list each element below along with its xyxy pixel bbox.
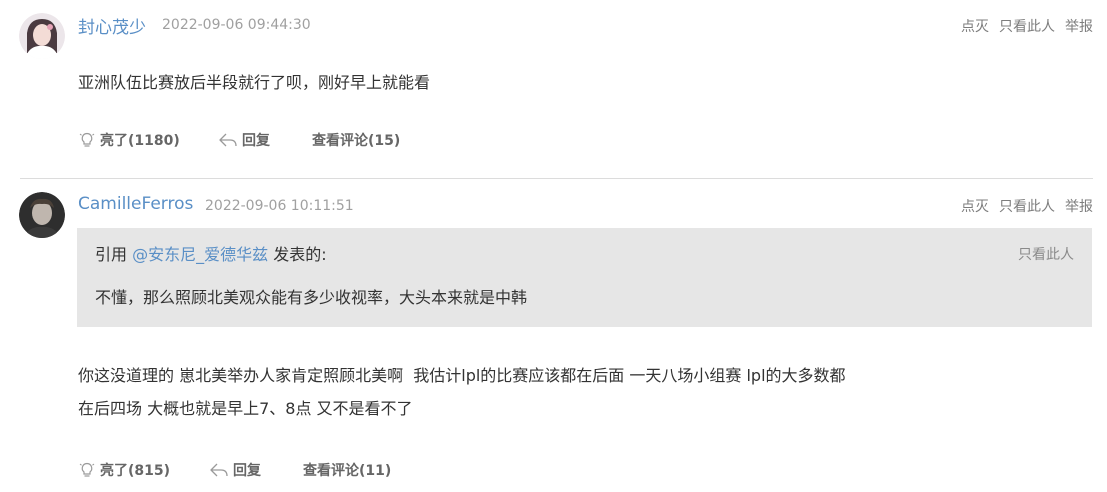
post-content: 亚洲队伍比赛放后半段就行了呗，刚好早上就能看	[78, 66, 430, 99]
dislike-button[interactable]: 点灭	[961, 196, 989, 216]
quote-suffix: 发表的:	[268, 245, 327, 264]
quote-block: 引用 @安东尼_爱德华兹 发表的: 只看此人 不懂，那么照顾北美观众能有多少收视…	[77, 228, 1092, 327]
content-line: 在后四场 大概也就是早上7、8点 又不是看不了	[78, 399, 413, 418]
post-ops: 点灭 只看此人 举报	[961, 196, 1093, 216]
content-line: 亚洲队伍比赛放后半段就行了呗，刚好早上就能看	[78, 73, 431, 92]
reply-button[interactable]: 回复	[218, 130, 312, 150]
post-actions: 亮了(1180) 回复 查看评论(15)	[78, 130, 400, 150]
view-comments-button[interactable]: 查看评论(15)	[312, 130, 400, 150]
username[interactable]: 封心茂少	[78, 13, 146, 38]
post-ops: 点灭 只看此人 举报	[961, 16, 1093, 36]
like-label: 亮了(1180)	[100, 133, 180, 149]
content-line: 你这没道理的 崽北美举办人家肯定照顾北美啊 我估计lpl的比赛应该都在后面 一天…	[78, 366, 846, 385]
username[interactable]: CamilleFerros	[78, 194, 193, 214]
like-label: 亮了(815)	[100, 463, 171, 479]
reply-arrow-icon	[210, 463, 228, 477]
quoted-username[interactable]: @安东尼_爱德华兹	[132, 245, 268, 264]
quote-text: 不懂，那么照顾北美观众能有多少收视率，大头本来就是中韩	[95, 288, 528, 307]
only-this-user-button[interactable]: 只看此人	[999, 196, 1055, 216]
view-comments-button[interactable]: 查看评论(11)	[303, 460, 391, 480]
avatar-image	[19, 13, 65, 59]
timestamp: 2022-09-06 09:44:30	[162, 17, 311, 33]
post-2: CamilleFerros 2022-09-06 10:11:51 点灭 只看此…	[0, 180, 1107, 492]
post-actions: 亮了(815) 回复 查看评论(11)	[78, 460, 391, 480]
reply-label: 回复	[233, 463, 261, 479]
reply-arrow-icon	[219, 133, 237, 147]
lightbulb-icon	[79, 462, 95, 477]
report-button[interactable]: 举报	[1065, 16, 1093, 36]
like-button[interactable]: 亮了(1180)	[78, 130, 218, 150]
reply-label: 回复	[242, 133, 270, 149]
post-divider	[20, 178, 1093, 179]
avatar[interactable]	[19, 192, 65, 238]
report-button[interactable]: 举报	[1065, 196, 1093, 216]
lightbulb-icon	[79, 132, 95, 147]
quote-prefix: 引用	[95, 245, 133, 264]
view-comments-label: 查看评论(11)	[303, 463, 392, 479]
quote-header: 引用 @安东尼_爱德华兹 发表的:	[95, 241, 327, 265]
dislike-button[interactable]: 点灭	[961, 16, 989, 36]
like-button[interactable]: 亮了(815)	[78, 460, 209, 480]
avatar-image	[19, 192, 65, 238]
reply-button[interactable]: 回复	[209, 460, 303, 480]
post-1: 封心茂少 2022-09-06 09:44:30 点灭 只看此人 举报 亚洲队伍…	[0, 0, 1107, 180]
post-content: 你这没道理的 崽北美举办人家肯定照顾北美啊 我估计lpl的比赛应该都在后面 一天…	[78, 359, 846, 425]
quote-only-this-user-button[interactable]: 只看此人	[1018, 244, 1074, 264]
timestamp: 2022-09-06 10:11:51	[205, 198, 354, 214]
only-this-user-button[interactable]: 只看此人	[999, 16, 1055, 36]
avatar[interactable]	[19, 13, 65, 59]
view-comments-label: 查看评论(15)	[312, 133, 401, 149]
